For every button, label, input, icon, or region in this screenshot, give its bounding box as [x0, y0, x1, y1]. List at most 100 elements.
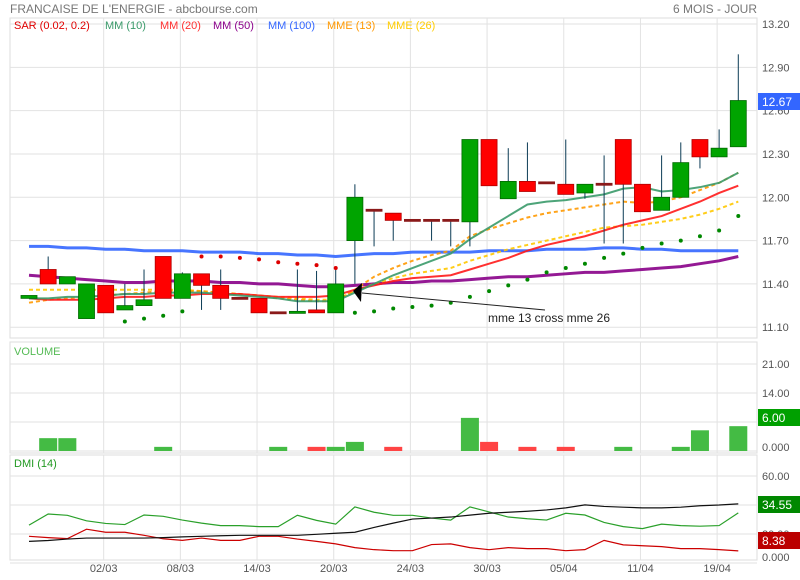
volume-bar: [671, 446, 690, 451]
stock-chart: FRANCAISE DE L'ENERGIE - abcbourse.com 6 …: [0, 0, 800, 580]
date-tick-label: 30/03: [473, 563, 501, 575]
period-label: 6 MOIS - JOUR: [673, 2, 757, 16]
volume-bar: [345, 441, 364, 451]
volume-bar: [384, 446, 403, 451]
chart-canvas[interactable]: FRANCAISE DE L'ENERGIE - abcbourse.com 6 …: [0, 0, 800, 580]
legend-item-1[interactable]: MM (10): [105, 20, 146, 32]
volume-bar: [518, 446, 537, 451]
volume-bar: [39, 438, 58, 451]
sar-dot: [122, 319, 127, 324]
volume-last-label: 6.00: [762, 411, 786, 425]
volume-panel: [9, 341, 758, 454]
minus-di-label: 8.38: [762, 534, 786, 548]
legend-item-6[interactable]: MME (26): [387, 20, 435, 32]
price-tick-label: 12.00: [762, 192, 790, 204]
volume-bar: [269, 446, 288, 451]
candle: [710, 147, 728, 158]
sar-dot: [237, 255, 242, 260]
candle: [97, 284, 115, 314]
candle: [212, 284, 230, 299]
date-tick-label: 19/04: [703, 563, 731, 575]
candle: [403, 218, 421, 222]
price-tick-label: 11.40: [762, 279, 789, 291]
candle: [346, 196, 364, 241]
volume-bar: [690, 430, 709, 451]
legend-item-5[interactable]: MME (13): [327, 20, 375, 32]
sar-dot: [161, 313, 166, 318]
sar-dot: [563, 266, 568, 271]
sar-dot: [582, 261, 587, 266]
volume-tick-label: 14.00: [762, 388, 790, 400]
sar-dot: [333, 266, 338, 271]
legend-item-2[interactable]: MM (20): [160, 20, 201, 32]
candle: [576, 183, 594, 194]
candle: [173, 273, 191, 299]
volume-bar: [460, 417, 479, 451]
candle: [269, 311, 287, 315]
date-tick-label: 08/03: [167, 563, 195, 575]
sar-dot: [295, 261, 300, 266]
sar-dot: [487, 289, 492, 294]
volume-bar: [58, 438, 77, 451]
sar-dot: [352, 310, 357, 315]
price-tick-label: 12.30: [762, 149, 790, 161]
candle: [519, 180, 536, 192]
sar-dot: [736, 214, 741, 219]
legend-item-3[interactable]: MM (50): [213, 20, 254, 32]
candle: [231, 296, 249, 300]
candle: [288, 310, 306, 314]
date-tick-label: 24/03: [397, 563, 425, 575]
candle: [193, 273, 210, 286]
volume-tick-label: 0.000: [762, 442, 790, 454]
sar-dot: [372, 309, 377, 314]
sar-dot: [467, 294, 472, 299]
sar-dot: [314, 263, 319, 268]
candle: [308, 309, 325, 314]
candle: [423, 218, 440, 222]
date-tick-label: 11/04: [627, 563, 654, 575]
price-tick-label: 11.70: [762, 236, 789, 248]
candle: [327, 283, 345, 314]
candle: [116, 305, 134, 311]
sar-dot: [199, 254, 204, 259]
chart-title: FRANCAISE DE L'ENERGIE - abcbourse.com: [10, 2, 258, 16]
candle: [595, 182, 613, 186]
sar-dot: [218, 254, 223, 259]
date-tick-label: 14/03: [243, 563, 271, 575]
candle: [480, 139, 498, 187]
candle: [250, 297, 268, 314]
date-tick-label: 05/04: [550, 563, 578, 575]
candle: [78, 283, 95, 319]
volume-tick-label: 21.00: [762, 359, 790, 371]
sar-dot: [391, 306, 396, 311]
candle: [384, 212, 402, 221]
last-price-label: 12.67: [762, 95, 792, 109]
volume-bar: [729, 426, 748, 451]
candle: [58, 276, 76, 285]
legend-item-4[interactable]: MM (100): [268, 20, 315, 32]
volume-bar: [307, 446, 326, 451]
sar-dot: [602, 255, 607, 260]
sar-dot: [678, 238, 683, 243]
sar-dot: [621, 251, 626, 256]
sar-dot: [142, 316, 147, 321]
sar-dot: [506, 283, 511, 288]
sar-dot: [717, 228, 722, 233]
candle: [135, 299, 153, 306]
legend-item-0[interactable]: SAR (0.02, 0.2): [14, 20, 90, 32]
volume-bar: [326, 446, 345, 451]
sar-dot: [180, 309, 185, 314]
candle: [729, 100, 747, 148]
candle: [653, 196, 671, 211]
candle: [691, 139, 709, 158]
price-tick-label: 12.90: [762, 62, 790, 74]
price-tick-label: 13.20: [762, 19, 790, 31]
volume-bar: [154, 446, 173, 451]
dmi-title: DMI (14): [14, 458, 57, 470]
volume-bar: [480, 441, 499, 451]
sar-dot: [659, 241, 664, 246]
sar-dot: [697, 234, 702, 239]
sar-dot: [410, 305, 415, 310]
candle: [365, 208, 383, 212]
date-tick-label: 02/03: [90, 563, 118, 575]
